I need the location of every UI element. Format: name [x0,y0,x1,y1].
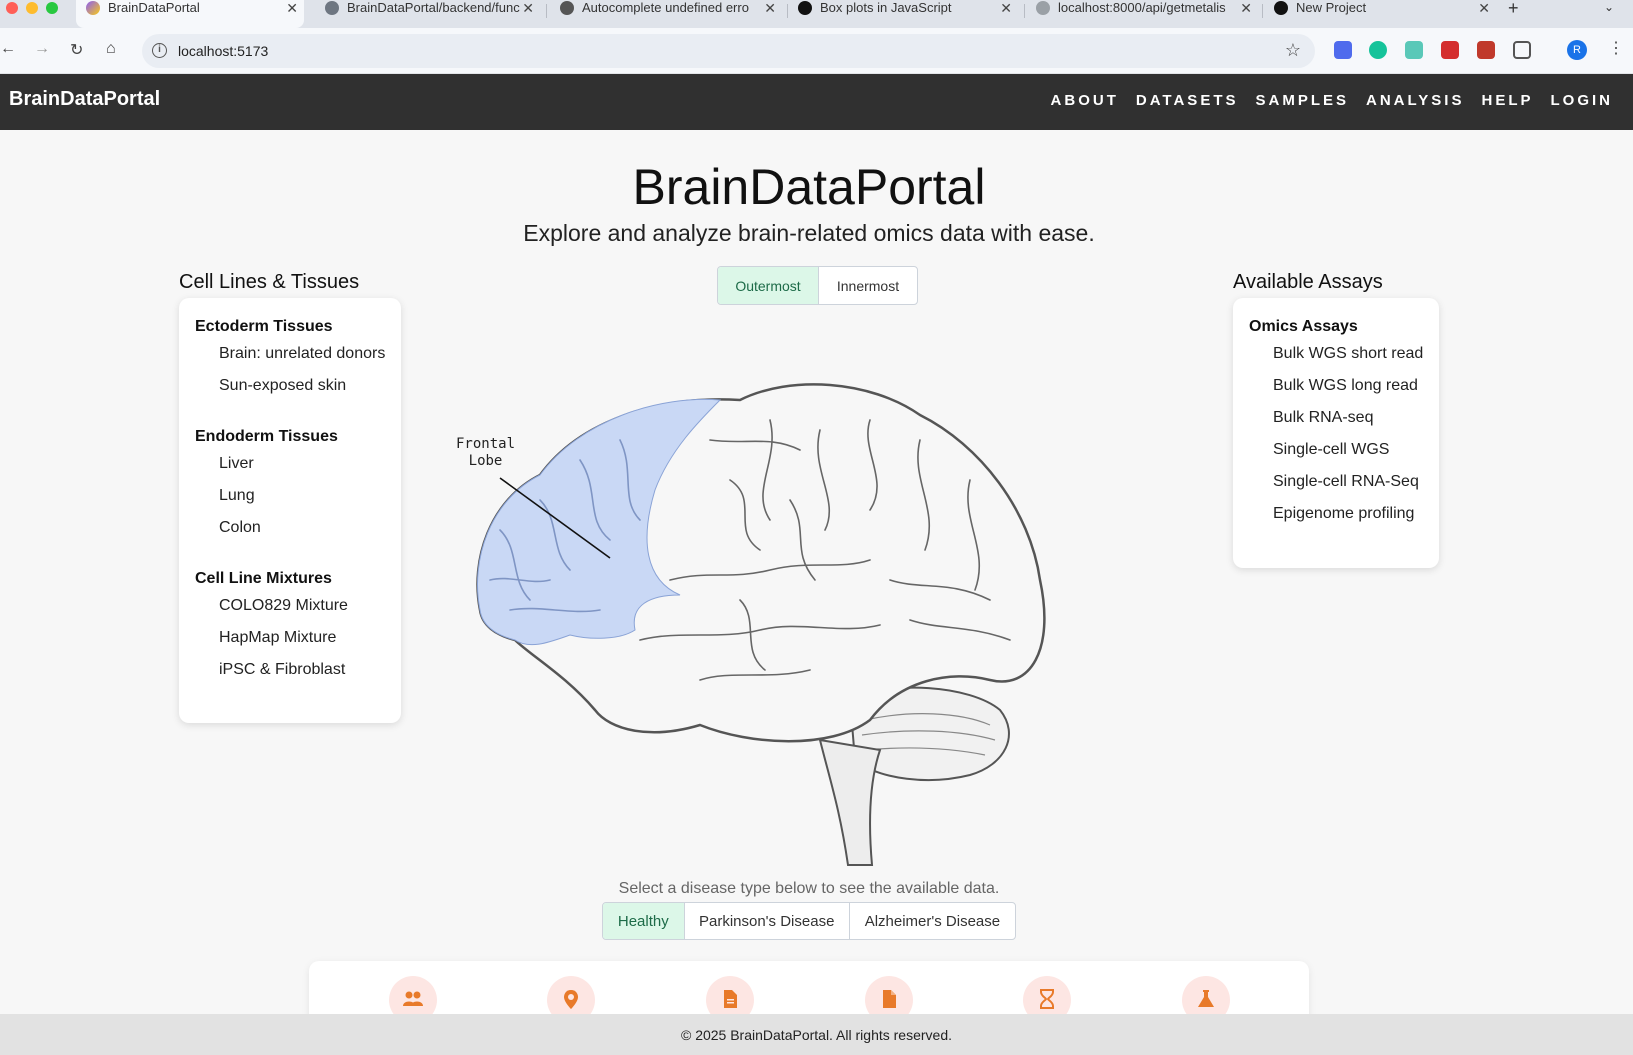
label-line: Lobe [468,453,503,469]
window-close-dot[interactable] [6,2,18,14]
cell-lines-heading: Cell Lines & Tissues [179,271,360,293]
nav-link-about[interactable]: ABOUT [1051,92,1119,109]
group-title: Omics Assays [1249,318,1358,335]
home-icon[interactable]: ⌂ [106,40,116,58]
nav-link-analysis[interactable]: ANALYSIS [1366,92,1464,109]
disease-option-alzheimers[interactable]: Alzheimer's Disease [848,903,1015,939]
tab-title: New Project [1296,0,1367,15]
bookmark-star-icon[interactable]: ☆ [1285,40,1301,61]
disease-option-parkinsons[interactable]: Parkinson's Disease [683,903,849,939]
reload-icon[interactable]: ↻ [70,40,83,60]
toggle-innermost[interactable]: Innermost [817,267,917,304]
tab-close-icon[interactable]: ✕ [764,0,776,16]
address-bar[interactable]: i localhost:5173 ☆ [142,34,1315,68]
page-footer: © 2025 BrainDataPortal. All rights reser… [0,1014,1633,1055]
toggle-outermost[interactable]: Outermost [718,267,818,304]
label-line: Frontal [456,436,516,452]
stats-card [309,961,1309,1021]
forward-arrow-icon[interactable]: → [34,40,50,58]
tab-close-icon[interactable]: ✕ [1478,0,1490,16]
app-navbar: BrainDataPortal ABOUT DATASETS SAMPLES A… [0,74,1633,130]
brain-illustration[interactable] [470,380,1090,870]
window-zoom-dot[interactable] [46,2,58,14]
tab-title: localhost:8000/api/getmetalis [1058,0,1226,15]
tab-separator [546,4,547,18]
list-item[interactable]: Bulk WGS short read [1273,345,1423,363]
url-text[interactable]: localhost:5173 [178,43,268,59]
extension-icon[interactable] [1334,41,1352,59]
list-item[interactable]: Lung [219,487,255,505]
browser-tab[interactable]: Box plots in JavaScript ✕ [798,0,1018,28]
nav-link-help[interactable]: HELP [1481,92,1533,109]
group-title: Cell Line Mixtures [195,570,332,587]
list-item[interactable]: Bulk WGS long read [1273,377,1418,395]
brainstem[interactable] [818,738,882,866]
tab-close-icon[interactable]: ✕ [1240,0,1252,16]
disease-option-healthy[interactable]: Healthy [603,903,684,939]
browser-tab[interactable]: Autocomplete undefined erro ✕ [560,0,782,28]
tab-title: Autocomplete undefined erro [582,0,749,15]
list-item[interactable]: iPSC & Fibroblast [219,661,345,679]
nav-links: ABOUT DATASETS SAMPLES ANALYSIS HELP LOG… [1051,92,1613,109]
frontal-lobe-label: Frontal Lobe [456,436,515,470]
list-item[interactable]: COLO829 Mixture [219,597,348,615]
tab-close-icon[interactable]: ✕ [522,0,534,16]
browser-tab[interactable]: New Project ✕ [1274,0,1496,28]
browser-tab-bar: BrainDataPortal ✕ BrainDataPortal/backen… [0,0,1633,28]
vercel-icon [1274,1,1288,15]
window-minimize-dot[interactable] [26,2,38,14]
layer-toggle: Outermost Innermost [717,266,918,305]
disease-toggle: Healthy Parkinson's Disease Alzheimer's … [602,902,1016,940]
nav-link-login[interactable]: LOGIN [1551,92,1614,109]
brand-logo-text[interactable]: BrainDataPortal [9,88,160,111]
new-tab-plus-icon[interactable]: + [1508,0,1519,19]
list-item[interactable]: Liver [219,455,254,473]
vite-logo-icon [86,1,100,15]
disease-prompt: Select a disease type below to see the a… [618,880,1000,897]
browser-menu-icon[interactable]: ⋮ [1608,38,1624,58]
group-title: Ectoderm Tissues [195,318,333,335]
list-item[interactable]: Sun-exposed skin [219,377,346,395]
nav-link-samples[interactable]: SAMPLES [1256,92,1350,109]
browser-tab[interactable]: BrainDataPortal/backend/func ✕ [320,0,540,28]
plotly-icon [798,1,812,15]
nav-link-datasets[interactable]: DATASETS [1136,92,1239,109]
pen-extension-icon[interactable] [1405,41,1423,59]
back-arrow-icon[interactable]: ← [0,40,16,58]
list-item[interactable]: Colon [219,519,261,537]
page-title: BrainDataPortal [632,159,986,215]
list-item[interactable]: Bulk RNA-seq [1273,409,1373,427]
browser-toolbar: ← → ↻ ⌂ i localhost:5173 ☆ R ⋮ [0,28,1633,74]
list-item[interactable]: Single-cell RNA-Seq [1273,473,1419,491]
openai-icon [560,1,574,15]
assays-card: Omics Assays Bulk WGS short read Bulk WG… [1233,298,1439,568]
list-item[interactable]: Single-cell WGS [1273,441,1389,459]
page-subtitle: Explore and analyze brain-related omics … [523,220,1095,246]
browser-tab[interactable]: BrainDataPortal ✕ [76,0,304,28]
cell-lines-card: Ectoderm Tissues Brain: unrelated donors… [179,298,401,723]
tab-separator [787,4,788,18]
tab-close-icon[interactable]: ✕ [1000,0,1012,16]
globe-icon [1036,1,1050,15]
list-item[interactable]: HapMap Mixture [219,629,336,647]
extensions-puzzle-icon[interactable] [1513,41,1531,59]
tab-title: Box plots in JavaScript [820,0,952,15]
github-icon [325,1,339,15]
puzzle-extension-icon[interactable] [1477,41,1495,59]
grammarly-icon[interactable] [1369,41,1387,59]
tab-title: BrainDataPortal/backend/func [347,0,520,15]
list-item[interactable]: Brain: unrelated donors [219,345,385,363]
profile-avatar[interactable]: R [1567,40,1587,60]
list-item[interactable]: Epigenome profiling [1273,505,1414,523]
mendeley-icon[interactable] [1441,41,1459,59]
available-assays-heading: Available Assays [1233,271,1383,293]
site-info-icon[interactable]: i [152,43,167,58]
tab-search-chevron-icon[interactable]: ⌄ [1597,0,1621,20]
tab-close-icon[interactable]: ✕ [286,0,298,16]
tab-separator [1262,4,1263,18]
group-title: Endoderm Tissues [195,428,338,445]
tab-title: BrainDataPortal [108,0,200,15]
browser-tab[interactable]: localhost:8000/api/getmetalis ✕ [1036,0,1258,28]
tab-separator [1024,4,1025,18]
